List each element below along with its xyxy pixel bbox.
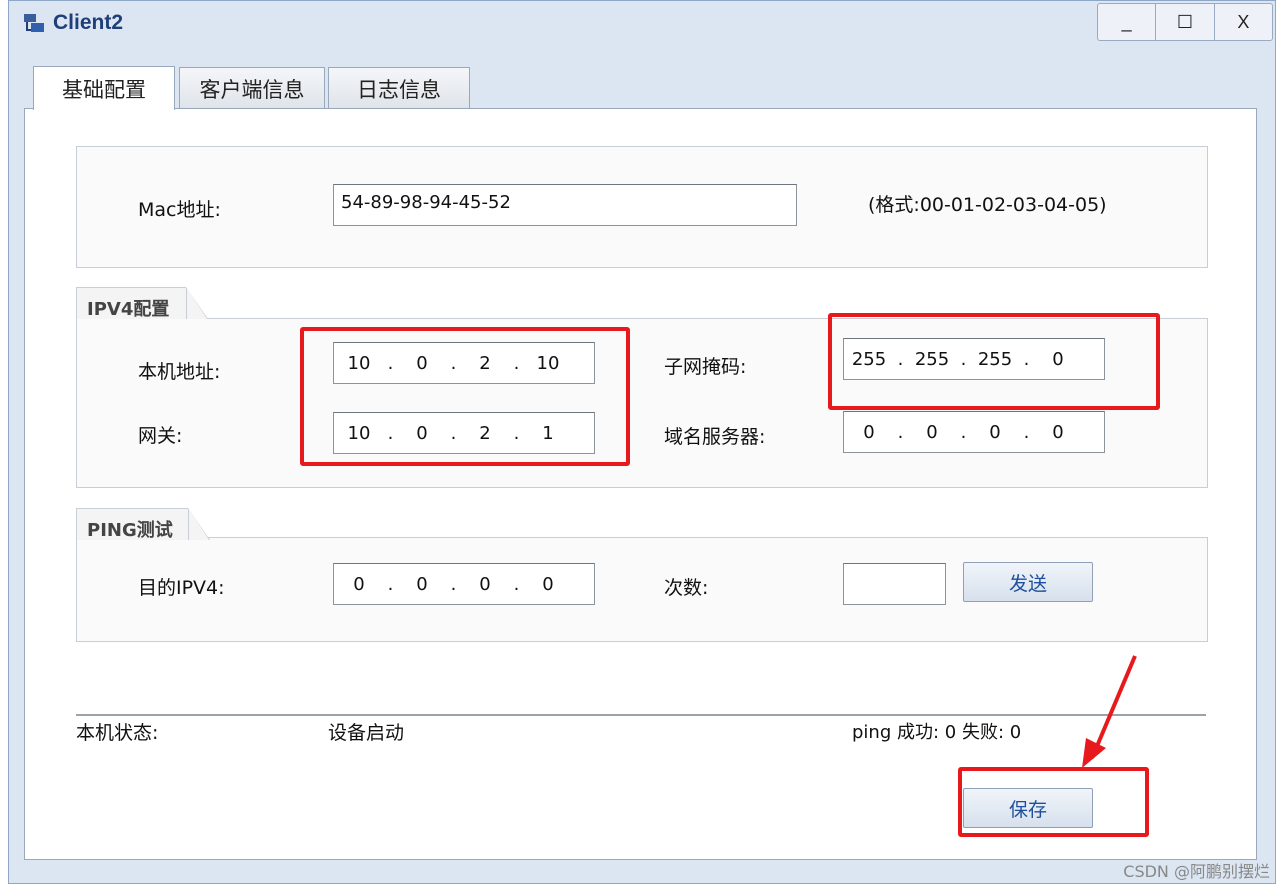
ping-legend-text: PING测试 (87, 520, 173, 541)
client-network-icon (24, 14, 44, 32)
title-bar: Client2 _ ☐ X (9, 1, 1275, 47)
tab-client-info[interactable]: 客户端信息 (179, 67, 325, 109)
minimize-button[interactable]: _ (1098, 4, 1155, 40)
ping-legend: PING测试 (76, 508, 210, 541)
ip-octet: 0 (353, 573, 365, 595)
annotation-arrow-icon (1082, 655, 1137, 768)
ping-target-label: 目的IPV4: (138, 577, 225, 599)
ip-octet: 0 (479, 573, 491, 595)
status-value: 设备启动 (328, 722, 405, 744)
ip-octet: 0 (416, 573, 428, 595)
window-controls: _ ☐ X (1097, 3, 1273, 41)
ip-dot: . (387, 573, 394, 595)
mac-format-hint: (格式:00-01-02-03-04-05) (868, 194, 1107, 216)
ping-target-input[interactable]: 0. 0. 0. 0 (333, 563, 595, 605)
watermark: CSDN @阿鹏别摆烂 (1123, 862, 1270, 881)
ipv4-legend-text: IPV4配置 (87, 299, 170, 320)
mac-input[interactable]: 54-89-98-94-45-52 (333, 184, 797, 226)
ping-count-input[interactable] (843, 563, 946, 605)
window-title: Client2 (53, 11, 124, 34)
mac-label: Mac地址: (138, 199, 221, 221)
ipv4-legend: IPV4配置 (76, 287, 208, 320)
ip-octet: 0 (1052, 421, 1064, 443)
close-button[interactable]: X (1213, 4, 1272, 40)
dns-label: 域名服务器: (664, 426, 766, 448)
send-button[interactable]: 发送 (963, 562, 1093, 602)
dns-input[interactable]: 0. 0. 0. 0 (843, 411, 1105, 453)
ping-result: ping 成功: 0 失败: 0 (852, 722, 1022, 743)
highlight-box-subnet (828, 313, 1160, 410)
highlight-box-ip-gateway (300, 327, 630, 466)
local-ip-label: 本机地址: (138, 361, 221, 383)
ip-dot: . (1023, 421, 1030, 443)
tab-basic-config[interactable]: 基础配置 (33, 66, 175, 110)
ip-dot: . (960, 421, 967, 443)
tab-log-info[interactable]: 日志信息 (328, 67, 470, 109)
status-divider (76, 714, 1206, 716)
maximize-button[interactable]: ☐ (1155, 4, 1213, 40)
ip-octet: 0 (542, 573, 554, 595)
ip-octet: 0 (926, 421, 938, 443)
ping-count-label: 次数: (664, 577, 709, 599)
subnet-mask-label: 子网掩码: (664, 356, 747, 378)
ip-dot: . (450, 573, 457, 595)
ip-octet: 0 (863, 421, 875, 443)
ip-dot: . (897, 421, 904, 443)
gateway-label: 网关: (138, 425, 183, 447)
ip-dot: . (513, 573, 520, 595)
ip-octet: 0 (989, 421, 1001, 443)
status-label: 本机状态: (76, 722, 159, 744)
